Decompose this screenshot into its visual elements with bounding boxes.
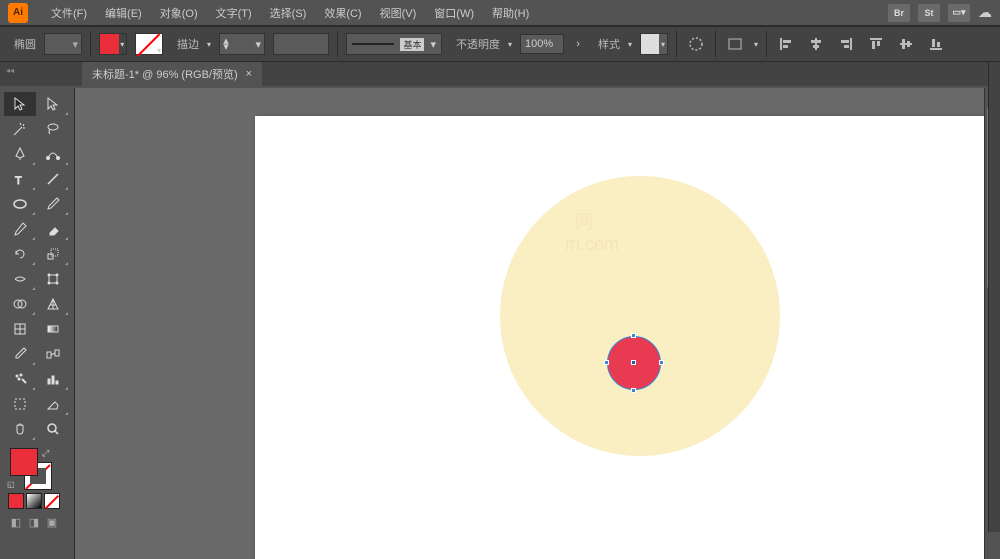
- selection-handle-top[interactable]: [631, 333, 636, 338]
- artboard[interactable]: 网 m.com: [255, 116, 1000, 559]
- selection-type-label: 椭圆: [8, 36, 36, 52]
- style-swatch[interactable]: ▾: [640, 33, 668, 55]
- controlbar: 椭圆 ▾ 描边 ▾ ▴▾▾ 基本▾ 不透明度 ▾ 100% › 样式 ▾ ▾ ▾: [0, 26, 1000, 62]
- selection-handle-center[interactable]: [631, 360, 636, 365]
- fill-swatch[interactable]: [99, 33, 127, 55]
- shape-builder-tool[interactable]: [4, 292, 36, 316]
- perspective-tool[interactable]: [37, 292, 69, 316]
- menu-effect[interactable]: 效果(C): [315, 5, 370, 21]
- variable-width-profile[interactable]: [273, 33, 329, 55]
- selection-handle-bottom[interactable]: [631, 388, 636, 393]
- slice-tool[interactable]: [37, 392, 69, 416]
- rotate-tool[interactable]: [4, 242, 36, 266]
- right-dock[interactable]: [988, 62, 1000, 532]
- direct-selection-tool[interactable]: [37, 92, 69, 116]
- mesh-tool[interactable]: [4, 317, 36, 341]
- default-colors-icon[interactable]: ◱: [7, 480, 15, 489]
- layout-icon[interactable]: ▭▾: [948, 4, 970, 22]
- mini-swatches: [4, 493, 70, 509]
- canvas[interactable]: 网 m.com: [75, 88, 1000, 559]
- big-circle-shape[interactable]: [500, 176, 780, 456]
- recolor-icon[interactable]: [685, 33, 707, 55]
- blend-tool[interactable]: [37, 342, 69, 366]
- free-transform-tool[interactable]: [37, 267, 69, 291]
- selection-handle-left[interactable]: [604, 360, 609, 365]
- hand-tool[interactable]: [4, 417, 36, 441]
- app-logo: Ai: [8, 3, 28, 23]
- doc-setup-icon[interactable]: [724, 33, 746, 55]
- menu-view[interactable]: 视图(V): [371, 5, 426, 21]
- opacity-arrow[interactable]: ›: [572, 34, 584, 54]
- align-right-icon[interactable]: [835, 33, 857, 55]
- menu-object[interactable]: 对象(O): [151, 5, 207, 21]
- color-picker-area: ⤢ ◱: [4, 446, 70, 490]
- svg-text:T: T: [15, 175, 22, 187]
- stroke-weight-input[interactable]: ▴▾▾: [219, 33, 265, 55]
- menu-edit[interactable]: 编辑(E): [96, 5, 151, 21]
- symbol-sprayer-tool[interactable]: [4, 367, 36, 391]
- brush-definition[interactable]: 基本▾: [346, 33, 442, 55]
- pencil-tool[interactable]: [4, 217, 36, 241]
- artboard-tool[interactable]: [4, 392, 36, 416]
- column-graph-tool[interactable]: [37, 367, 69, 391]
- paintbrush-tool[interactable]: [37, 192, 69, 216]
- menu-select[interactable]: 选择(S): [261, 5, 316, 21]
- color-mode-solid[interactable]: [8, 493, 24, 509]
- screen-modes: ◧ ◨ ▣: [4, 514, 70, 530]
- align-bottom-icon[interactable]: [925, 33, 947, 55]
- gradient-tool[interactable]: [37, 317, 69, 341]
- stroke-swatch[interactable]: ▾: [135, 33, 163, 55]
- watermark-text: 网 m.com: [565, 211, 619, 255]
- menu-help[interactable]: 帮助(H): [483, 5, 538, 21]
- eyedropper-tool[interactable]: [4, 342, 36, 366]
- type-tool[interactable]: T: [4, 167, 36, 191]
- magic-wand-tool[interactable]: [4, 117, 36, 141]
- width-tool[interactable]: [4, 267, 36, 291]
- tabbar: ◂◂ 未标题-1* @ 96% (RGB/预览) ×: [0, 62, 1000, 86]
- document-tab[interactable]: 未标题-1* @ 96% (RGB/预览) ×: [82, 62, 262, 86]
- menu-type[interactable]: 文字(T): [207, 5, 261, 21]
- curvature-tool[interactable]: [37, 142, 69, 166]
- panel-collapse-icon[interactable]: ◂◂: [6, 66, 14, 75]
- sync-icon[interactable]: ☁: [978, 4, 992, 21]
- tab-close-icon[interactable]: ×: [246, 68, 252, 80]
- lasso-tool[interactable]: [37, 117, 69, 141]
- align-vcenter-icon[interactable]: [895, 33, 917, 55]
- stroke-label: 描边: [171, 36, 199, 52]
- fill-color[interactable]: [10, 448, 38, 476]
- style-label: 样式: [592, 36, 620, 52]
- draw-normal-icon[interactable]: ◧: [8, 514, 24, 530]
- selection-handle-right[interactable]: [659, 360, 664, 365]
- tab-title: 未标题-1* @ 96% (RGB/预览): [92, 66, 238, 82]
- swap-colors-icon[interactable]: ⤢: [42, 448, 49, 459]
- opacity-input[interactable]: 100%: [520, 34, 564, 54]
- eraser-tool[interactable]: [37, 217, 69, 241]
- opacity-label: 不透明度: [450, 36, 500, 52]
- align-left-icon[interactable]: [775, 33, 797, 55]
- line-tool[interactable]: [37, 167, 69, 191]
- menu-file[interactable]: 文件(F): [42, 5, 96, 21]
- selection-tool[interactable]: [4, 92, 36, 116]
- align-hcenter-icon[interactable]: [805, 33, 827, 55]
- menubar: Ai 文件(F) 编辑(E) 对象(O) 文字(T) 选择(S) 效果(C) 视…: [0, 0, 1000, 26]
- ellipse-tool[interactable]: [4, 192, 36, 216]
- scale-tool[interactable]: [37, 242, 69, 266]
- menu-window[interactable]: 窗口(W): [425, 5, 483, 21]
- bridge-icon[interactable]: Br: [888, 4, 910, 22]
- selection-dropdown[interactable]: [44, 33, 82, 55]
- pen-tool[interactable]: [4, 142, 36, 166]
- main-area: T ⤢ ◱ ◧ ◨ ▣ 网 m.com: [0, 88, 1000, 559]
- draw-behind-icon[interactable]: ◨: [26, 514, 42, 530]
- stock-icon[interactable]: St: [918, 4, 940, 22]
- color-mode-none[interactable]: [44, 493, 60, 509]
- color-mode-gradient[interactable]: [26, 493, 42, 509]
- align-top-icon[interactable]: [865, 33, 887, 55]
- zoom-tool[interactable]: [37, 417, 69, 441]
- toolbox: T ⤢ ◱ ◧ ◨ ▣: [0, 88, 75, 559]
- draw-inside-icon[interactable]: ▣: [44, 514, 60, 530]
